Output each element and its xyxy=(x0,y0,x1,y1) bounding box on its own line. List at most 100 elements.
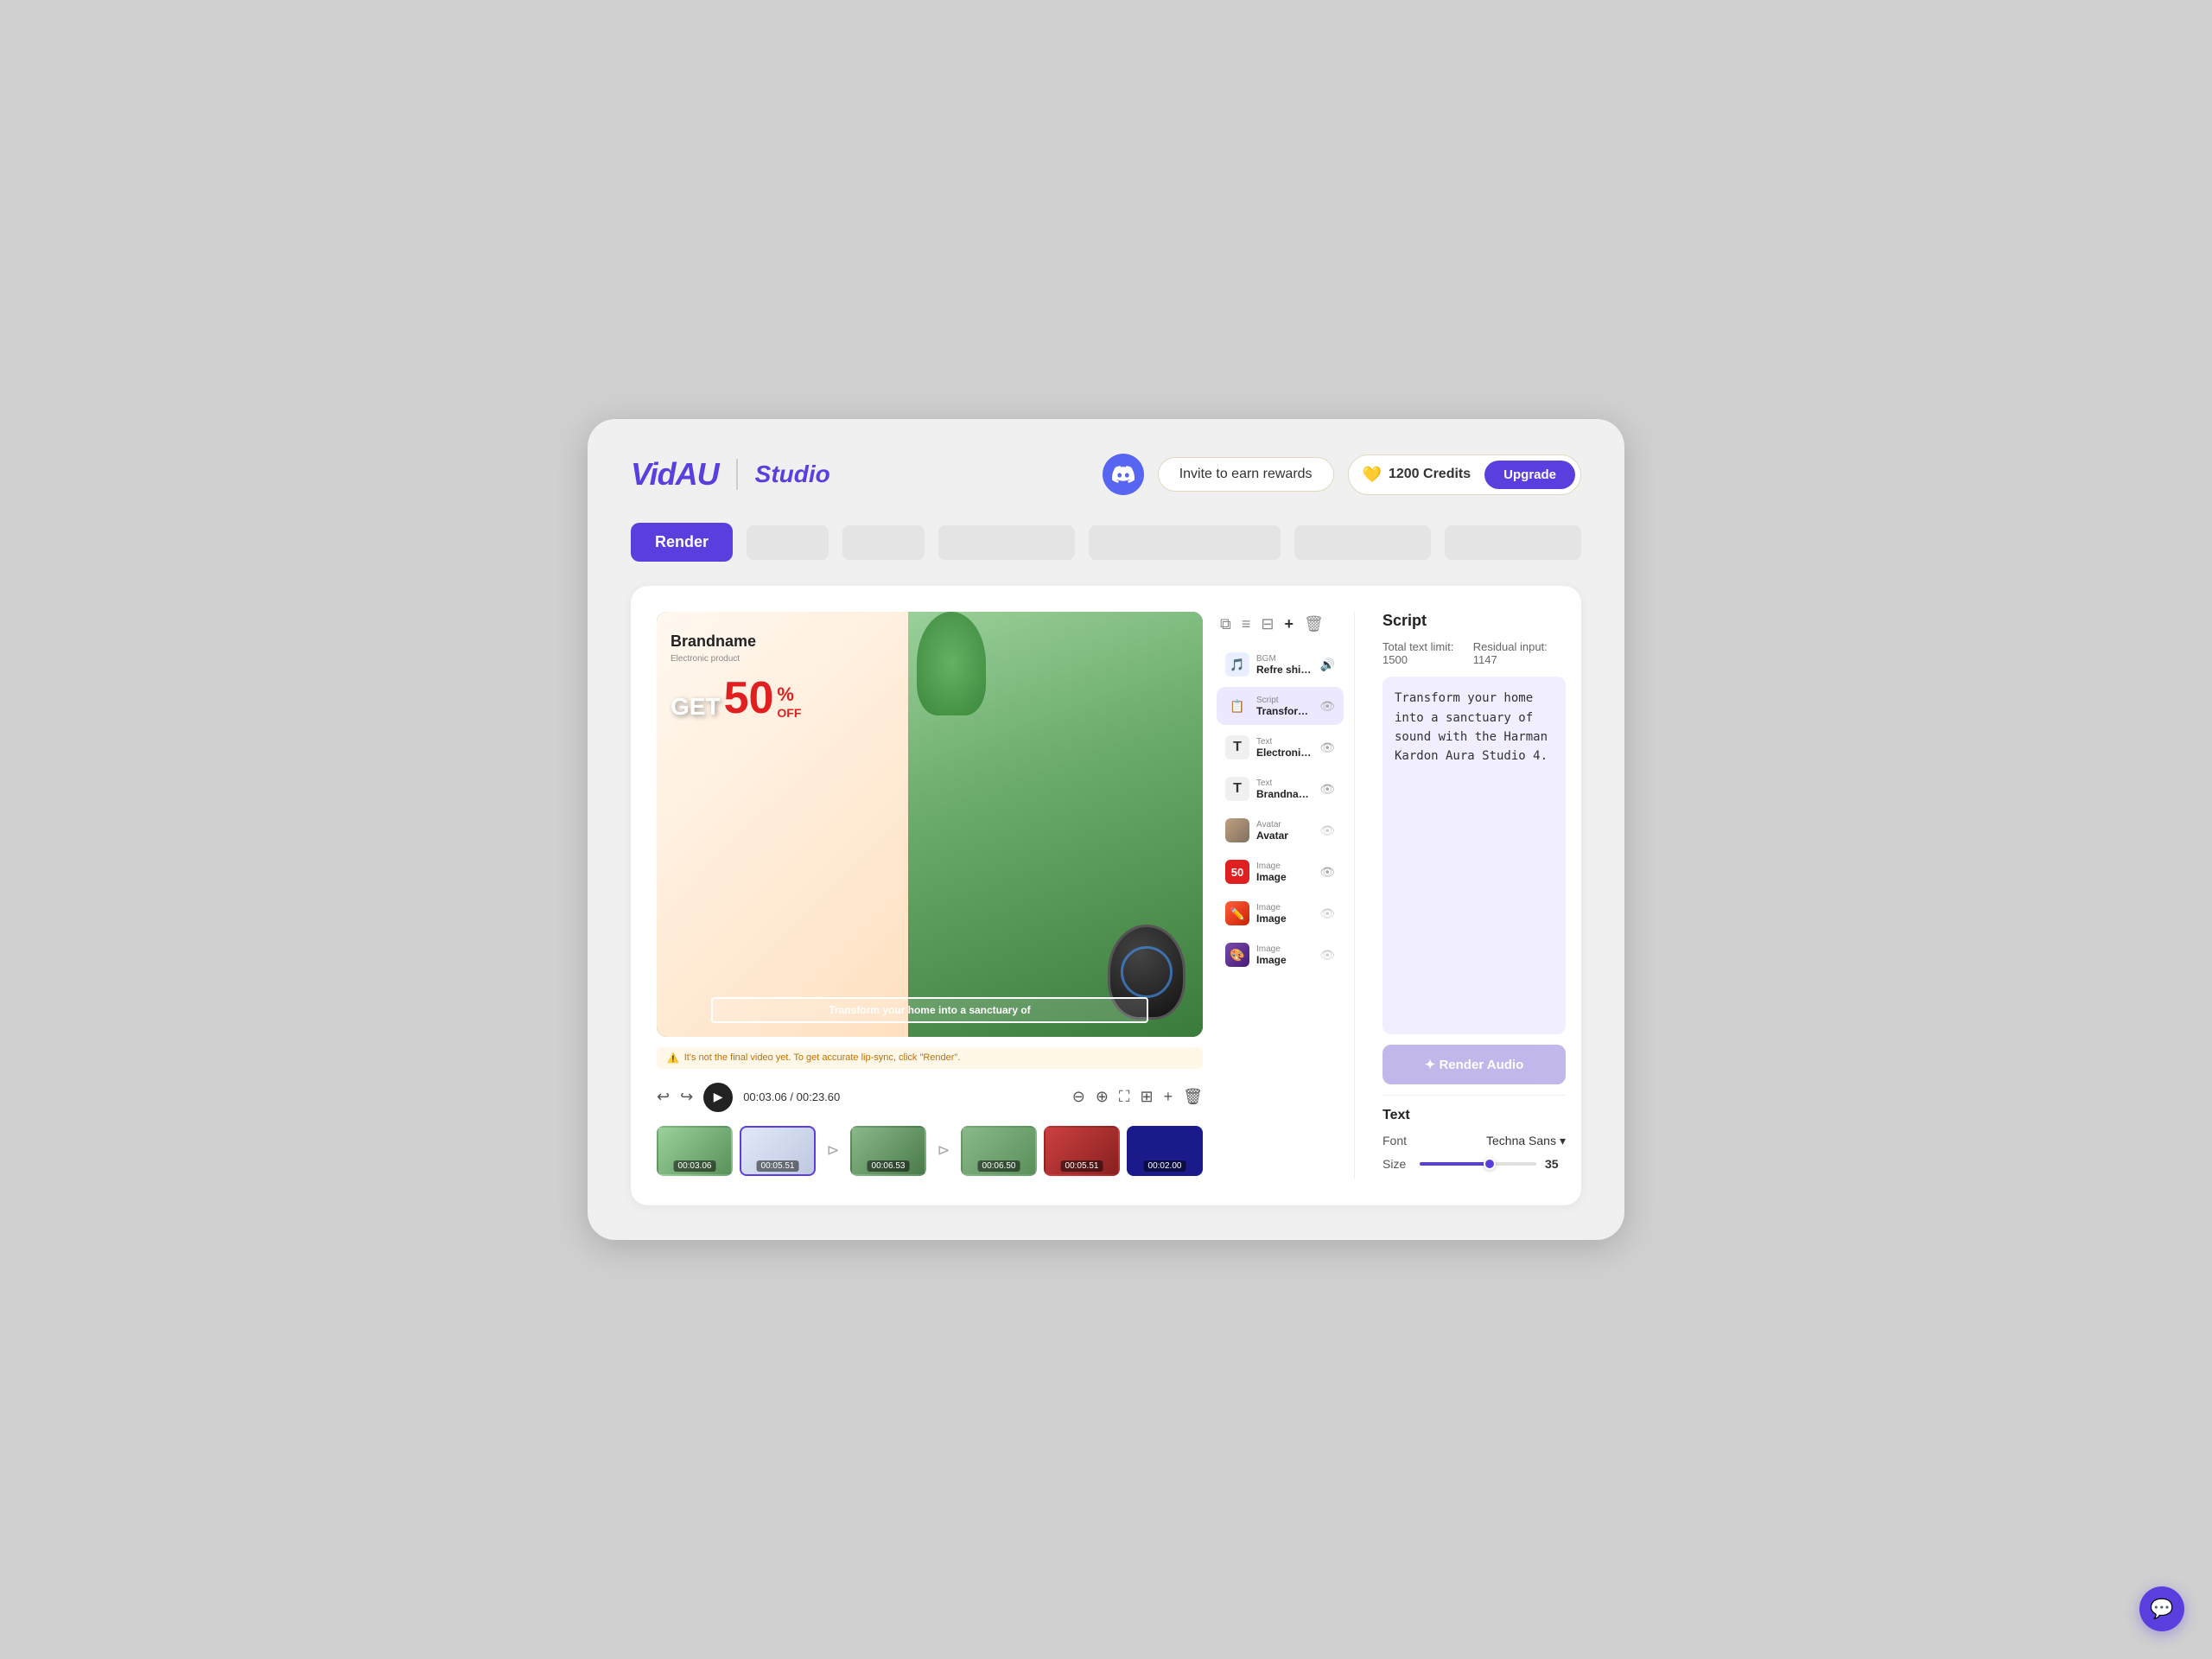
size-slider-fill xyxy=(1420,1162,1490,1166)
layer-image-50-icon: 50 xyxy=(1225,860,1249,884)
layer-script-type: Script xyxy=(1256,696,1313,705)
video-controls: ↩ ↪ ▶ 00:03.06 / 00:23.60 ⊖ ⊕ ⛶ ⊞ + xyxy=(657,1079,1203,1116)
render-audio-button[interactable]: ✦ Render Audio xyxy=(1382,1045,1566,1084)
add-scene-button[interactable]: + xyxy=(1164,1088,1173,1106)
layer-image-red-name: Image xyxy=(1256,912,1313,925)
video-section: Brandname Electronic product GET 50 % OF… xyxy=(657,612,1203,1179)
layer-image-red-type: Image xyxy=(1256,903,1313,912)
font-dropdown[interactable]: Techna Sans ▾ xyxy=(1486,1134,1566,1148)
layer-image-50[interactable]: 50 Image Image 👁 xyxy=(1217,853,1344,891)
layer-bgm-sound[interactable]: 🔊 xyxy=(1320,658,1335,672)
brandname-overlay: Brandname Electronic product xyxy=(671,629,905,676)
chat-fab[interactable]: 💬 xyxy=(2139,1586,2184,1631)
credits-count: 1200 Credits xyxy=(1389,467,1471,482)
layer-avatar-name: Avatar xyxy=(1256,830,1313,842)
fit-button[interactable]: ⛶ xyxy=(1119,1088,1130,1106)
layer-script[interactable]: 📋 Script Transform yo... 👁 xyxy=(1217,687,1344,725)
toolbar-tab-5[interactable] xyxy=(1294,525,1431,560)
toolbar-tab-1[interactable] xyxy=(747,525,829,560)
off-text: OFF xyxy=(777,706,801,721)
thumb-time-3: 00:06.53 xyxy=(868,1160,910,1172)
layer-script-info: Script Transform yo... xyxy=(1256,696,1313,717)
thumb-time-4: 00:06.50 xyxy=(978,1160,1020,1172)
invite-button[interactable]: Invite to earn rewards xyxy=(1158,457,1334,492)
percent-off: % OFF xyxy=(777,683,801,721)
align-layer-icon[interactable]: ≡ xyxy=(1242,615,1251,633)
undo-button[interactable]: ↩ xyxy=(657,1088,670,1106)
layer-text-brandname[interactable]: T Text Brandname 👁 xyxy=(1217,770,1344,808)
video-preview: Brandname Electronic product GET 50 % OF… xyxy=(657,612,1203,1037)
timeline-thumb-6[interactable]: 00:02.00 xyxy=(1127,1126,1203,1176)
size-slider-track[interactable] xyxy=(1420,1162,1536,1166)
script-meta: Total text limit: 1500 Residual input: 1… xyxy=(1382,640,1566,666)
layer-image-purple[interactable]: 🎨 Image Image 👁 xyxy=(1217,936,1344,974)
discord-button[interactable] xyxy=(1103,454,1144,495)
layer-text-electronic-type: Text xyxy=(1256,737,1313,747)
text-settings-title: Text xyxy=(1382,1108,1566,1123)
timeline-thumb-5[interactable]: 00:05.51 xyxy=(1044,1126,1120,1176)
percent-sign: % xyxy=(777,683,794,706)
layer-image-50-info: Image Image xyxy=(1256,861,1313,883)
render-button[interactable]: Render xyxy=(631,523,733,562)
timeline-thumb-3[interactable]: 00:06.53 xyxy=(850,1126,926,1176)
toolbar-tab-6[interactable] xyxy=(1445,525,1581,560)
text-settings: Text Font Techna Sans ▾ Size xyxy=(1382,1095,1566,1179)
filter-layer-icon[interactable]: ⊟ xyxy=(1261,615,1274,633)
logo: VidAU xyxy=(631,456,719,493)
layer-image-red-icon: ✏️ xyxy=(1225,901,1249,925)
credits-area: 💛 1200 Credits Upgrade xyxy=(1348,454,1581,495)
layer-avatar-vis[interactable]: 👁 xyxy=(1319,823,1335,838)
script-textarea[interactable]: Transform your home into a sanctuary of … xyxy=(1382,677,1566,1034)
copy-layer-icon[interactable]: ⧉ xyxy=(1220,615,1231,633)
size-slider-thumb[interactable] xyxy=(1484,1158,1496,1170)
main-content: Brandname Electronic product GET 50 % OF… xyxy=(631,586,1581,1205)
toolbar-tab-4[interactable] xyxy=(1089,525,1281,560)
logo-divider xyxy=(736,459,738,490)
timeline-thumb-2[interactable]: 00:05.51 xyxy=(740,1126,816,1176)
layer-bgm[interactable]: 🎵 BGM Refre shing S... 🔊 xyxy=(1217,645,1344,683)
layer-script-vis[interactable]: 👁 xyxy=(1319,699,1335,714)
layer-image-red-info: Image Image xyxy=(1256,903,1313,925)
layer-image-50-vis[interactable]: 👁 xyxy=(1319,865,1335,880)
zoom-out-button[interactable]: ⊖ xyxy=(1072,1088,1085,1106)
delete-button[interactable]: 🗑 xyxy=(1183,1088,1203,1106)
font-label: Font xyxy=(1382,1134,1407,1147)
timeline-thumb-4[interactable]: 00:06.50 xyxy=(961,1126,1037,1176)
plant-decoration xyxy=(917,612,986,715)
layer-script-name: Transform yo... xyxy=(1256,705,1313,717)
chat-icon: 💬 xyxy=(2150,1598,2173,1620)
layer-image-red-vis[interactable]: 👁 xyxy=(1319,906,1335,921)
video-overlay-left: Brandname Electronic product GET 50 % OF… xyxy=(657,612,918,1037)
discord-icon xyxy=(1112,463,1135,486)
warning-text: It's not the final video yet. To get acc… xyxy=(684,1052,961,1063)
layer-text-electronic-vis[interactable]: 👁 xyxy=(1319,741,1335,755)
grid-button[interactable]: ⊞ xyxy=(1141,1088,1154,1106)
script-title: Script xyxy=(1382,612,1566,630)
timeline-thumb-1[interactable]: 00:03.06 xyxy=(657,1126,733,1176)
delete-layer-icon[interactable]: 🗑 xyxy=(1304,615,1324,633)
layer-text-brandname-info: Text Brandname xyxy=(1256,779,1313,800)
size-value: 35 xyxy=(1545,1157,1566,1171)
toolbar-tab-2[interactable] xyxy=(842,525,925,560)
thumb-time-2: 00:05.51 xyxy=(757,1160,799,1172)
size-label: Size xyxy=(1382,1157,1406,1171)
thumb-time-5: 00:05.51 xyxy=(1061,1160,1103,1172)
warning-bar: ⚠️ It's not the final video yet. To get … xyxy=(657,1047,1203,1069)
layer-text-electronic[interactable]: T Text Electronic pro... 👁 xyxy=(1217,728,1344,766)
layer-avatar-info: Avatar Avatar xyxy=(1256,820,1313,842)
upgrade-button[interactable]: Upgrade xyxy=(1484,461,1575,489)
editor-area: Brandname Electronic product GET 50 % OF… xyxy=(657,612,1555,1179)
layer-text-brandname-vis[interactable]: 👁 xyxy=(1319,782,1335,797)
redo-button[interactable]: ↪ xyxy=(680,1088,693,1106)
font-value: Techna Sans xyxy=(1486,1134,1556,1147)
discount-number: 50 xyxy=(724,676,774,721)
layer-image-purple-vis[interactable]: 👁 xyxy=(1319,948,1335,963)
layer-image-purple-info: Image Image xyxy=(1256,944,1313,966)
font-setting-row: Font Techna Sans ▾ xyxy=(1382,1134,1566,1148)
play-button[interactable]: ▶ xyxy=(703,1083,733,1112)
toolbar-tab-3[interactable] xyxy=(938,525,1075,560)
zoom-in-button[interactable]: ⊕ xyxy=(1096,1088,1109,1106)
layer-avatar[interactable]: Avatar Avatar 👁 xyxy=(1217,811,1344,849)
layer-image-red[interactable]: ✏️ Image Image 👁 xyxy=(1217,894,1344,932)
add-layer-icon[interactable]: + xyxy=(1284,615,1294,633)
